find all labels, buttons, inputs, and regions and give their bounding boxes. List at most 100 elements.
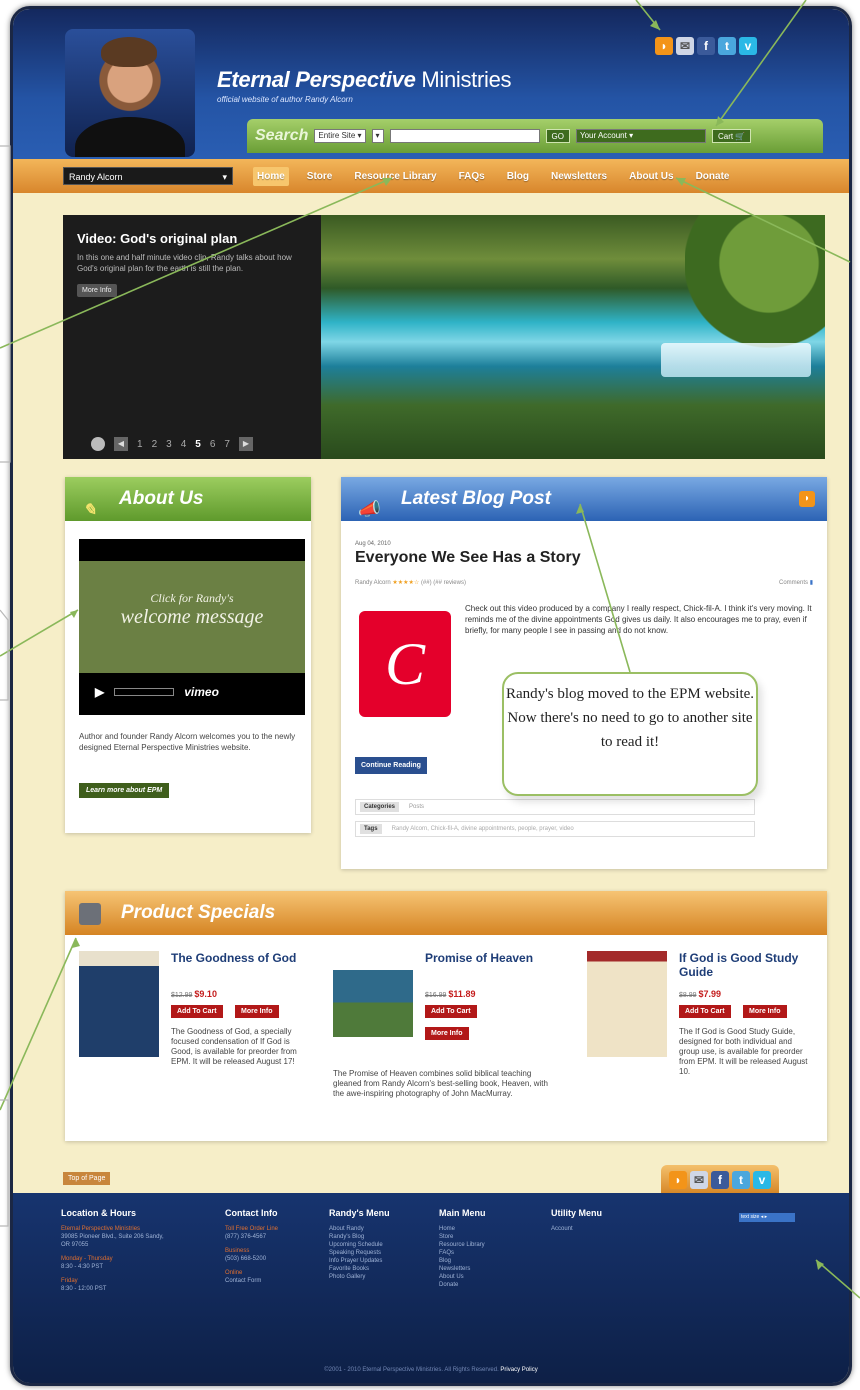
footer-link[interactable]: Account xyxy=(551,1225,602,1233)
tags-value[interactable]: Randy Alcorn, Chick-fil-A, divine appoin… xyxy=(392,826,574,832)
pager-5[interactable]: 5 xyxy=(195,439,201,450)
footer-link[interactable]: Resource Library xyxy=(439,1241,486,1249)
rss-icon[interactable]: ◗ xyxy=(669,1171,687,1189)
specials-heading: Product Specials xyxy=(121,902,276,923)
more-info-button[interactable]: More Info xyxy=(425,1027,469,1040)
add-to-cart-button[interactable]: Add To Cart xyxy=(679,1005,731,1018)
prev-arrow-icon[interactable]: ◀ xyxy=(114,437,128,451)
pager-3[interactable]: 3 xyxy=(166,439,172,450)
nav-about-us[interactable]: About Us xyxy=(625,167,677,186)
account-select[interactable]: Your Account ▾ xyxy=(576,129,706,143)
tags-label: Tags xyxy=(360,824,382,834)
pager-4[interactable]: 4 xyxy=(181,439,187,450)
randy-select[interactable]: Randy Alcorn ▾ xyxy=(63,167,233,185)
comments-link[interactable]: Comments ▮ xyxy=(779,579,813,586)
search-label: Search xyxy=(255,127,309,144)
footer-label: Online xyxy=(225,1270,243,1276)
product-name[interactable]: If God is Good Study Guide xyxy=(679,951,809,979)
rss-icon[interactable]: ◗ xyxy=(655,37,673,55)
twitter-icon[interactable]: t xyxy=(732,1171,750,1189)
pager-6[interactable]: 6 xyxy=(210,439,216,450)
facebook-icon[interactable]: f xyxy=(697,37,715,55)
contact-form-link[interactable]: Contact Form xyxy=(225,1277,279,1285)
site-subtitle: official website of author Randy Alcorn xyxy=(217,95,353,104)
feature-slider: Video: God's original plan In this one a… xyxy=(63,215,825,459)
twitter-icon[interactable]: t xyxy=(718,37,736,55)
text-size-control[interactable]: text size ◂ ▸ xyxy=(739,1213,795,1222)
nav-blog[interactable]: Blog xyxy=(503,167,533,186)
more-info-button[interactable]: More Info xyxy=(743,1005,787,1018)
next-arrow-icon[interactable]: ▶ xyxy=(238,437,253,451)
vimeo-icon[interactable]: v xyxy=(753,1171,771,1189)
more-info-button[interactable]: More Info xyxy=(235,1005,279,1018)
about-text: Author and founder Randy Alcorn welcomes… xyxy=(79,732,296,752)
nav-donate[interactable]: Donate xyxy=(692,167,734,186)
nav-faqs[interactable]: FAQs xyxy=(455,167,489,186)
footer-link[interactable]: Photo Gallery xyxy=(329,1273,390,1281)
search-scope-select[interactable]: Entire Site ▾ xyxy=(314,129,366,143)
footer-link[interactable]: Randy's Blog xyxy=(329,1233,390,1241)
footer-link[interactable]: About Us xyxy=(439,1273,486,1281)
top-of-page-button[interactable]: Top of Page xyxy=(63,1172,111,1185)
play-icon[interactable]: ▶ xyxy=(95,685,104,699)
site-title-bold: Eternal Perspective xyxy=(217,67,416,92)
chick-fil-a-logo: C xyxy=(359,611,451,717)
footer-hours: 8:30 - 4:30 PST xyxy=(61,1264,104,1270)
welcome-video[interactable]: Click for Randy's welcome message ▶ vimeo xyxy=(79,539,305,715)
more-info-button[interactable]: More Info xyxy=(77,284,117,297)
footer-contact: Contact Info Toll Free Order Line (877) … xyxy=(225,1209,279,1285)
pager-7[interactable]: 7 xyxy=(224,439,230,450)
nav-home[interactable]: Home xyxy=(253,166,289,186)
categories-label: Categories xyxy=(360,802,400,812)
post-title[interactable]: Everyone We See Has a Story xyxy=(355,549,581,567)
vimeo-icon[interactable]: v xyxy=(739,37,757,55)
add-to-cart-button[interactable]: Add To Cart xyxy=(171,1005,223,1018)
rss-icon[interactable]: ◗ xyxy=(799,491,815,507)
site-title: Eternal Perspective Ministries xyxy=(217,67,512,93)
pager-1[interactable]: 1 xyxy=(137,439,143,450)
footer-heading: Main Menu xyxy=(439,1208,486,1218)
promise-of-heaven-cover[interactable] xyxy=(333,951,413,1037)
site-brand[interactable]: Eternal Perspective Ministries official … xyxy=(217,67,512,104)
footer-main-menu: Main Menu Home Store Resource Library FA… xyxy=(439,1209,486,1289)
footer-link[interactable]: Upcoming Schedule xyxy=(329,1241,390,1249)
footer-link[interactable]: Speaking Requests xyxy=(329,1249,390,1257)
add-to-cart-button[interactable]: Add To Cart xyxy=(425,1005,477,1018)
footer-link[interactable]: Favorite Books xyxy=(329,1265,390,1273)
footer-link[interactable]: About Randy xyxy=(329,1225,390,1233)
site-header: Eternal Perspective Ministries official … xyxy=(13,9,849,159)
footer-days: Monday - Thursday xyxy=(61,1256,113,1262)
learn-more-button[interactable]: Learn more about EPM xyxy=(79,783,170,798)
nav-store[interactable]: Store xyxy=(303,167,337,186)
pager-2[interactable]: 2 xyxy=(152,439,158,450)
footer-link[interactable]: FAQs xyxy=(439,1249,486,1257)
video-progress-bar[interactable] xyxy=(114,688,175,696)
footer-label: Business xyxy=(225,1248,250,1254)
cart-button[interactable]: Cart 🛒 xyxy=(712,129,752,143)
search-input[interactable] xyxy=(389,129,540,143)
video-text-1: Click for Randy's xyxy=(150,591,234,605)
nav-resource-library[interactable]: Resource Library xyxy=(350,167,440,186)
footer-link[interactable]: Newsletters xyxy=(439,1265,486,1273)
search-sub-select[interactable]: ▾ xyxy=(371,129,384,143)
footer-link[interactable]: Blog xyxy=(439,1257,486,1265)
footer-link[interactable]: Home xyxy=(439,1225,486,1233)
facebook-icon[interactable]: f xyxy=(711,1171,729,1189)
copyright: ©2001 - 2010 Eternal Perspective Ministr… xyxy=(13,1367,849,1373)
footer-link[interactable]: Store xyxy=(439,1233,486,1241)
footer-link[interactable]: Info Prayer Updates xyxy=(329,1257,390,1265)
categories-value[interactable]: Posts xyxy=(409,804,424,810)
search-go-button[interactable]: GO xyxy=(545,129,570,143)
rating-stars: ★★★★☆ xyxy=(392,580,420,586)
footer-phone: (877) 376-4567 xyxy=(225,1234,267,1240)
footer-link[interactable]: Donate xyxy=(439,1281,486,1289)
privacy-policy-link[interactable]: Privacy Policy xyxy=(500,1367,537,1373)
product-name[interactable]: Promise of Heaven xyxy=(425,951,555,965)
categories-row: Categories Posts xyxy=(355,799,755,815)
pause-icon[interactable] xyxy=(91,437,105,451)
product-name[interactable]: The Goodness of God xyxy=(171,951,301,965)
nav-newsletters[interactable]: Newsletters xyxy=(547,167,611,186)
email-icon[interactable]: ✉ xyxy=(676,37,694,55)
continue-reading-button[interactable]: Continue Reading xyxy=(355,757,427,774)
email-icon[interactable]: ✉ xyxy=(690,1171,708,1189)
